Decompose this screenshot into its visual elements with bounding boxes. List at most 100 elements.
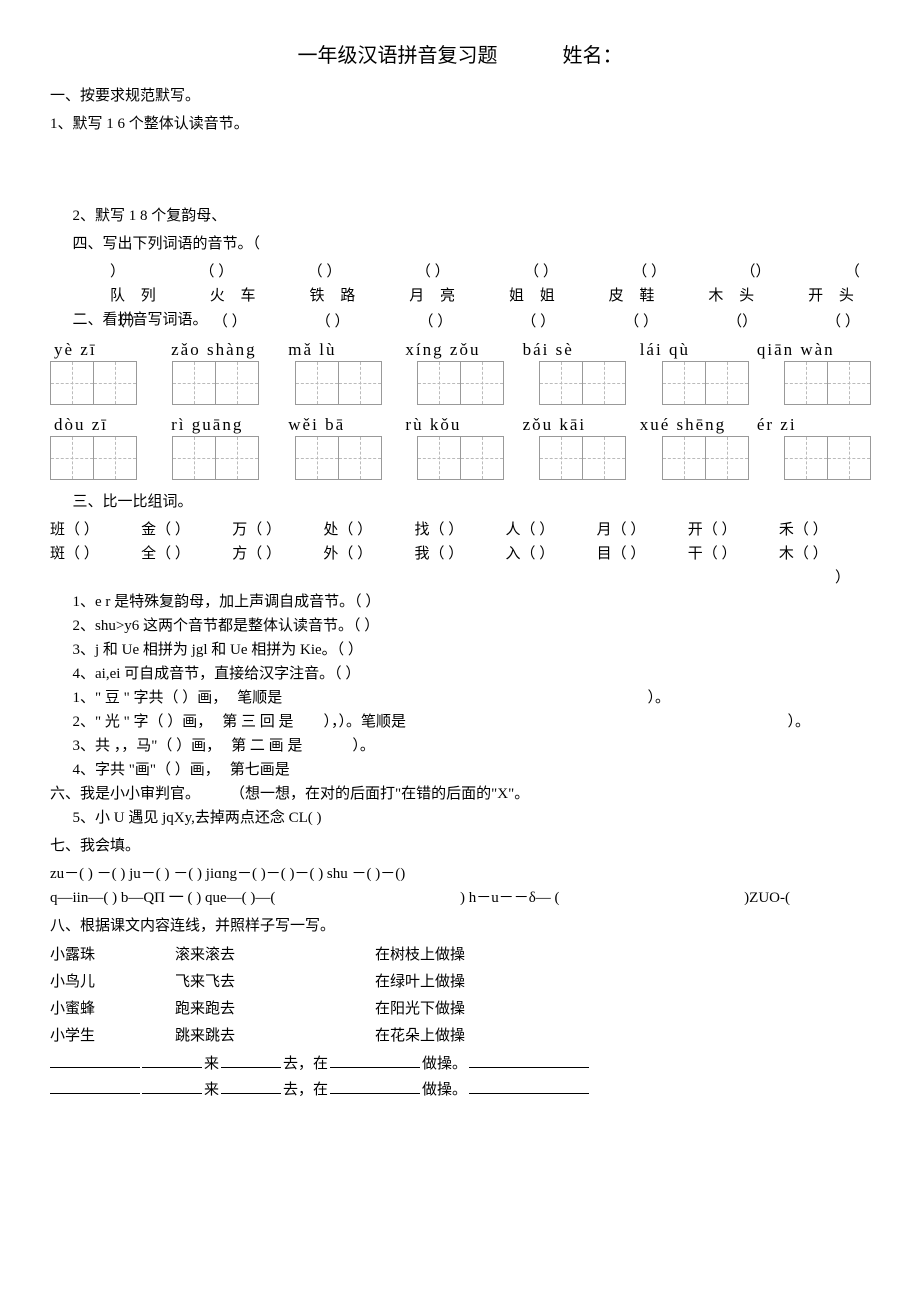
paren: （ ）	[624, 310, 658, 334]
list-item: 小学生	[50, 1023, 95, 1050]
blank[interactable]	[221, 1052, 281, 1068]
paren: （ ）	[213, 310, 247, 334]
paren: （）	[740, 260, 770, 284]
paren: （ ）	[419, 310, 453, 334]
word: 姐 姐	[509, 284, 561, 308]
word: 月 亮	[409, 284, 461, 308]
pair: 金（ ）	[141, 518, 232, 542]
pair: 干（ ）	[688, 542, 779, 566]
pinyin: rì guāng	[167, 411, 284, 438]
pinyin: dòu zī	[50, 411, 167, 438]
list-item: 在阳光下做操	[375, 996, 465, 1023]
pattern-row-1: 来 去，在 做操。	[50, 1052, 870, 1076]
section-2: 二、看拼音写词语。	[73, 308, 208, 332]
match-col-1: 小露珠 小鸟儿 小蜜蜂 小学生	[50, 942, 95, 1050]
blank[interactable]	[50, 1052, 140, 1068]
box-group	[662, 361, 748, 405]
text: )ZUO-(	[744, 886, 790, 910]
section-3: 三、比一比组词。	[73, 490, 871, 514]
pinyin: qiān wàn	[753, 336, 870, 363]
judge-1: 1、e r 是特殊复韵母，加上声调自成音节。（ ）	[73, 590, 871, 614]
section-8: 八、根据课文内容连线，并照样子写一写。	[50, 914, 870, 938]
word: 木 头	[708, 284, 760, 308]
pinyin: bái sè	[519, 336, 636, 363]
name-label: 姓名：	[563, 45, 623, 67]
pair: 外（ ）	[323, 542, 414, 566]
stroke-4: 4、字共 "画"（ ）画， 第七画是	[73, 758, 871, 782]
box-group	[662, 436, 748, 480]
stroke-2: 2、" 光 " 字（ ）画， 第 三 回 是 ），）。笔顺是 ）。	[73, 710, 871, 734]
pinyin: yè zī	[50, 336, 167, 363]
blank[interactable]	[330, 1052, 420, 1068]
text: q—iin—( ) b—QΠ 一 ( ) que—( )—(	[50, 886, 275, 910]
blank[interactable]	[221, 1078, 281, 1094]
pair: 处（ ）	[323, 518, 414, 542]
q3-row-1: 班（ ） 金（ ） 万（ ） 处（ ） 找（ ） 人（ ） 月（ ） 开（ ） …	[50, 518, 870, 542]
blank[interactable]	[50, 1078, 140, 1094]
text: ）。	[647, 686, 670, 710]
paren: （ ）	[199, 260, 233, 284]
fill-row-1: zu－( ) －( ) ju－( ) －( ) jiɑng－( )－( )－( …	[50, 862, 870, 886]
stroke-1: 1、" 豆 " 字共（ ）画， 笔顺是 ）。	[73, 686, 871, 710]
box-group	[417, 361, 503, 405]
fill-row-2: q—iin—( ) b—QΠ 一 ( ) que—( )—( ) h－u－－δ—…	[50, 886, 870, 910]
section-6-row: 六、我是小小审判官。 （想一想，在对的后面打"在错的后面的"X"。	[50, 782, 870, 806]
paren: （ ）	[308, 260, 342, 284]
word: 队 列	[110, 284, 162, 308]
pair: 入（ ）	[506, 542, 597, 566]
blank[interactable]	[330, 1078, 420, 1094]
stroke-3: 3、共 ，，马"（ ）画， 第 二 画 是 ）。	[73, 734, 871, 758]
pinyin-row-1: yè zī zǎo shàng mǎ lù xíng zǒu bái sè lá…	[50, 336, 870, 363]
text: 去，在	[283, 1052, 328, 1076]
blank[interactable]	[142, 1078, 202, 1094]
box-group	[172, 361, 258, 405]
pair: 斑（ ）	[50, 542, 141, 566]
paren: （）	[727, 310, 757, 334]
q3-row-2: 斑（ ） 全（ ） 方（ ） 外（ ） 我（ ） 入（ ） 目（ ） 干（ ） …	[50, 542, 870, 566]
list-item: 小露珠	[50, 942, 95, 969]
pair: 我（ ）	[414, 542, 505, 566]
blank-space	[50, 140, 870, 200]
blank[interactable]	[469, 1052, 589, 1068]
judge-4: 4、ai,ei 可自成音节，直接给汉字注音。（ ）	[73, 662, 871, 686]
word: 开 头	[808, 284, 860, 308]
text: 2、" 光 " 字（ ）画，	[73, 710, 213, 734]
text: 3、共 ，，马"（ ）画，	[73, 734, 222, 758]
list-item: 在树枝上做操	[375, 942, 465, 969]
box-group	[50, 361, 136, 405]
paren: （ ）	[416, 260, 450, 284]
blank[interactable]	[142, 1052, 202, 1068]
paren: （ ）	[521, 310, 555, 334]
paren: （ ）	[632, 260, 666, 284]
pair: 开（ ）	[688, 518, 779, 542]
pair: 禾（ ）	[779, 518, 870, 542]
section-1-1: 1、默写 1 6 个整体认读音节。	[50, 112, 870, 136]
text: 1、" 豆 " 字共（ ）画，	[73, 686, 228, 710]
box-group	[539, 361, 625, 405]
word: 火 车	[210, 284, 262, 308]
paren: （ ）	[524, 260, 558, 284]
text: ）。	[787, 710, 810, 734]
section-2-1: 2、默写 1 8 个复韵母、	[73, 204, 871, 228]
box-group	[172, 436, 258, 480]
section-1: 一、按要求规范默写。	[50, 84, 870, 108]
section-6-hint: （想一想，在对的后面打"在错的后面的"X"。	[230, 782, 529, 806]
pinyin: ér zi	[753, 411, 870, 438]
pinyin: xíng zǒu	[401, 336, 518, 363]
q4-parens2-row: （ ） （ ） （ ） （ ） （ ） （ ） （） （ ）	[110, 308, 860, 334]
paren: （ ）	[316, 310, 350, 334]
pair: 月（ ）	[597, 518, 688, 542]
section-6: 六、我是小小审判官。	[50, 782, 200, 806]
section-2-overlap: 二、看拼音写词语。 （ ） （ ） （ ） （ ） （ ） （ ） （） （ ）	[50, 308, 870, 334]
list-item: 跑来跑去	[175, 996, 235, 1023]
pattern-row-2: 来 去，在 做操。	[50, 1078, 870, 1102]
paren: （ ）	[826, 310, 860, 334]
blank[interactable]	[469, 1078, 589, 1094]
judge-2: 2、shu>y6 这两个音节都是整体认读音节。（ ）	[73, 614, 871, 638]
list-item: 滚来滚去	[175, 942, 235, 969]
text: 来	[204, 1052, 219, 1076]
list-item: 小鸟儿	[50, 969, 95, 996]
section-7: 七、我会填。	[50, 834, 870, 858]
box-group	[295, 361, 381, 405]
q4-words-row: 队 列 火 车 铁 路 月 亮 姐 姐 皮 鞋 木 头 开 头	[110, 284, 860, 308]
